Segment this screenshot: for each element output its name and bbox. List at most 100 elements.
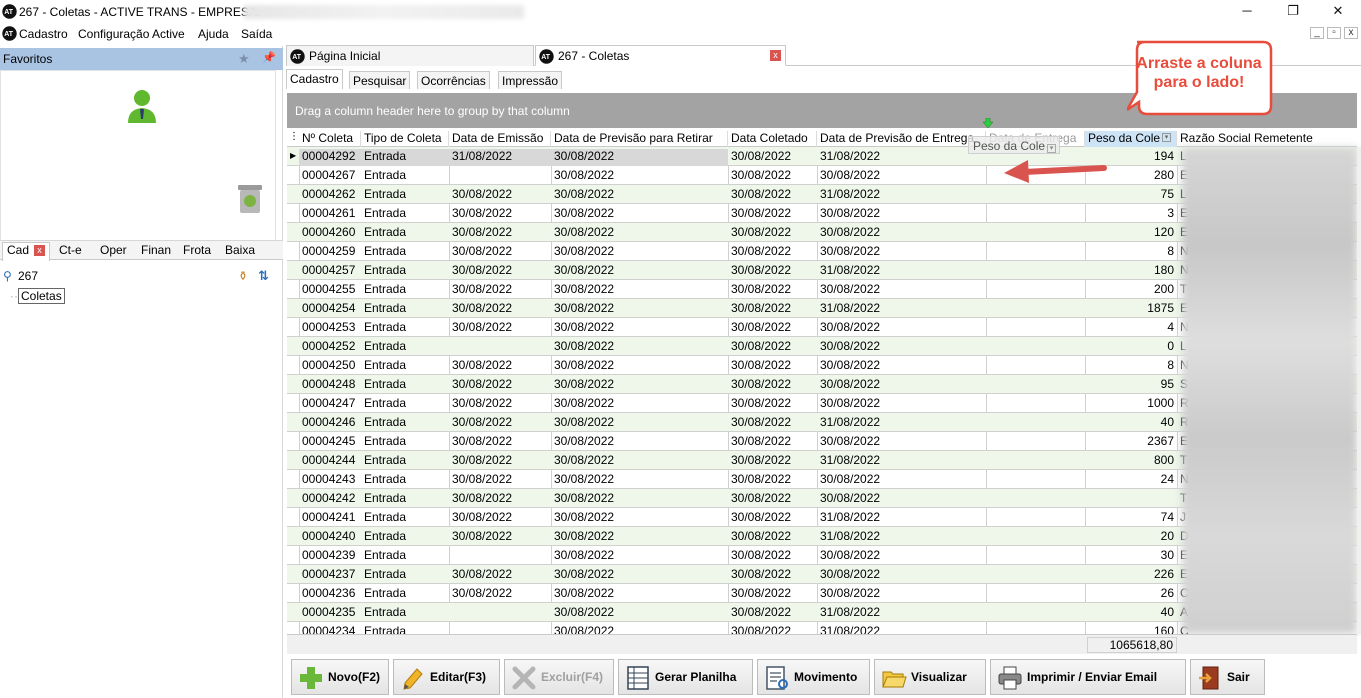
cell-previsao-retirar: 30/08/2022 — [554, 529, 615, 543]
cell-tipo: Entrada — [364, 187, 407, 201]
cell-coletado: 30/08/2022 — [731, 149, 792, 163]
cell-peso: 20 — [1160, 529, 1174, 543]
tab-pesquisar[interactable]: Pesquisar — [349, 71, 411, 89]
tab-ocorrencias[interactable]: Ocorrências — [417, 71, 490, 89]
excluir-button[interactable]: Excluir(F4) — [504, 659, 614, 695]
cell-emissao: 30/08/2022 — [452, 263, 513, 277]
cell-peso: 40 — [1160, 415, 1174, 429]
column-chooser-icon[interactable]: ⋮ — [287, 131, 299, 147]
cell-peso: 40 — [1160, 605, 1174, 619]
pin-icon[interactable]: 📌 — [262, 51, 276, 64]
cell-peso: 8 — [1167, 358, 1174, 372]
tab-cadastro[interactable]: Cadastro — [286, 69, 343, 89]
recycle-bin-icon[interactable] — [235, 183, 265, 215]
menu-saida[interactable]: Saída — [241, 27, 272, 41]
left-tab-cad[interactable]: Cad x — [2, 242, 51, 261]
cell-coletado: 30/08/2022 — [731, 491, 792, 505]
cell-peso: 226 — [1153, 567, 1174, 581]
cell-previsao-entrega: 30/08/2022 — [820, 320, 881, 334]
cell-entrega — [986, 472, 1085, 489]
favoritos-title: Favoritos — [3, 52, 53, 66]
column-header-previsao-entrega[interactable]: Data de Previsão de Entrega — [817, 131, 986, 147]
close-tab-icon[interactable]: x — [34, 245, 46, 257]
cell-tipo: Entrada — [364, 168, 407, 182]
cell-coletado: 30/08/2022 — [731, 586, 792, 600]
clear-filter-icon[interactable]: ⚱ — [238, 269, 248, 283]
editar-button[interactable]: Editar(F3) — [393, 659, 500, 695]
cell-previsao-retirar: 30/08/2022 — [554, 605, 615, 619]
cell-numero: 00004254 — [302, 301, 356, 315]
cell-coletado: 30/08/2022 — [731, 567, 792, 581]
novo-button[interactable]: Novo(F2) — [291, 659, 389, 695]
cell-tipo: Entrada — [364, 434, 407, 448]
tab-coletas[interactable]: AT 267 - Coletas x — [535, 45, 786, 66]
gerar-planilha-button[interactable]: Gerar Planilha — [618, 659, 753, 695]
column-header-previsao-retirar[interactable]: Data de Previsão para Retirar — [551, 131, 728, 147]
star-icon[interactable]: ★ — [238, 51, 250, 67]
sort-icon[interactable]: ⇅ — [258, 268, 269, 284]
cell-numero: 00004245 — [302, 434, 356, 448]
column-header-razao-social[interactable]: Razão Social Remetente — [1177, 131, 1357, 147]
cell-previsao-entrega: 31/08/2022 — [820, 453, 881, 467]
cell-previsao-retirar: 30/08/2022 — [554, 244, 615, 258]
annotation-callout: Arraste a coluna para o lado! — [1125, 40, 1277, 119]
tab-impressao[interactable]: Impressão — [498, 71, 563, 89]
cell-tipo: Entrada — [364, 472, 407, 486]
cell-peso: 3 — [1167, 206, 1174, 220]
menu-configuracao[interactable]: Configuração Active — [78, 27, 185, 41]
cell-coletado: 30/08/2022 — [731, 206, 792, 220]
cell-previsao-retirar: 30/08/2022 — [554, 567, 615, 581]
cell-peso: 75 — [1160, 187, 1174, 201]
visualizar-button[interactable]: Visualizar — [874, 659, 986, 695]
cell-emissao: 30/08/2022 — [452, 529, 513, 543]
left-tab-cte[interactable]: Ct-e — [55, 243, 86, 260]
cell-tipo: Entrada — [364, 605, 407, 619]
cell-emissao — [449, 339, 551, 356]
mdi-restore-button[interactable]: ▫ — [1327, 27, 1341, 39]
cell-entrega — [986, 434, 1085, 451]
tab-pagina-inicial[interactable]: AT Página Inicial — [286, 45, 534, 66]
movimento-button[interactable]: Movimento — [757, 659, 870, 695]
callout-text: Arraste a coluna para o lado! — [1136, 55, 1262, 91]
cell-previsao-entrega: 30/08/2022 — [820, 567, 881, 581]
cell-previsao-retirar: 30/08/2022 — [554, 396, 615, 410]
cell-previsao-retirar: 30/08/2022 — [554, 187, 615, 201]
cell-numero: 00004267 — [302, 168, 356, 182]
cell-tipo: Entrada — [364, 624, 407, 634]
close-button[interactable]: ✕ — [1323, 2, 1353, 22]
tree-item-coletas[interactable]: ·· Coletas — [10, 288, 65, 304]
left-tab-finan[interactable]: Finan — [137, 243, 175, 260]
user-icon[interactable] — [126, 89, 158, 125]
search-input[interactable]: 267 — [18, 269, 38, 283]
window-title: 267 - Coletas - ACTIVE TRANS - EMPRESA: — [19, 5, 261, 19]
column-header-tipo[interactable]: Tipo de Coleta — [361, 131, 449, 147]
minimize-button[interactable]: ─ — [1232, 2, 1262, 22]
mdi-minimize-button[interactable]: _ — [1310, 27, 1324, 39]
left-tab-baixa[interactable]: Baixa — [221, 243, 259, 260]
column-header-emissao[interactable]: Data de Emissão — [449, 131, 551, 147]
column-header-coletado[interactable]: Data Coletado — [728, 131, 817, 147]
cell-entrega — [986, 529, 1085, 546]
vertical-scrollbar[interactable] — [1357, 147, 1361, 634]
column-header-numero[interactable]: Nº Coleta — [299, 131, 361, 147]
menu-ajuda[interactable]: Ajuda — [198, 27, 229, 41]
close-tab-icon[interactable]: x — [770, 50, 781, 61]
cell-entrega — [986, 320, 1085, 337]
maximize-button[interactable]: ❐ — [1278, 2, 1308, 22]
sair-button[interactable]: Sair — [1190, 659, 1265, 695]
mdi-close-button[interactable]: x — [1344, 27, 1358, 39]
filter-icon[interactable]: ▾ — [1162, 133, 1172, 142]
cell-entrega — [986, 225, 1085, 242]
cell-previsao-retirar: 30/08/2022 — [554, 586, 615, 600]
cell-coletado: 30/08/2022 — [731, 187, 792, 201]
imprimir-button[interactable]: Imprimir / Enviar Email — [990, 659, 1186, 695]
column-header-peso[interactable]: Peso da Cole ▾ — [1085, 131, 1177, 147]
cell-peso: 26 — [1160, 586, 1174, 600]
cell-peso: 1875 — [1147, 301, 1174, 315]
cell-coletado: 30/08/2022 — [731, 339, 792, 353]
cell-coletado: 30/08/2022 — [731, 510, 792, 524]
menu-cadastro[interactable]: Cadastro — [19, 27, 68, 41]
left-tab-oper[interactable]: Oper — [96, 243, 131, 260]
left-tab-frota[interactable]: Frota — [179, 243, 215, 260]
cell-previsao-entrega: 30/08/2022 — [820, 548, 881, 562]
